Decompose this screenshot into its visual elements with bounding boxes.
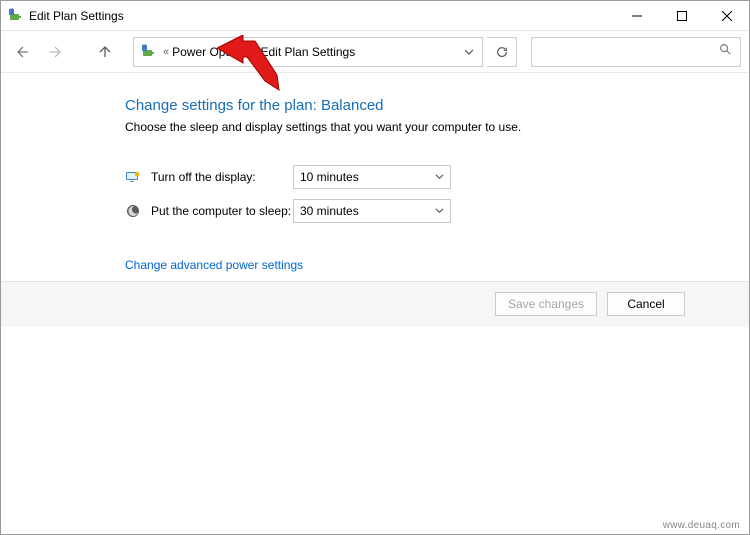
link-advanced-settings[interactable]: Change advanced power settings: [125, 258, 561, 272]
display-timeout-value: 10 minutes: [300, 170, 359, 184]
address-history-dropdown[interactable]: [458, 47, 480, 57]
window-title: Edit Plan Settings: [29, 9, 614, 23]
breadcrumb-overflow[interactable]: «: [163, 46, 169, 58]
watermark: www.deuaq.com: [663, 520, 740, 531]
search-icon: [718, 42, 732, 61]
sleep-timeout-value: 30 minutes: [300, 204, 359, 218]
setting-row-display: Turn off the display: 10 minutes: [125, 160, 561, 194]
search-bar[interactable]: [531, 37, 741, 67]
sleep-icon: [125, 203, 141, 219]
chevron-down-icon: [435, 170, 444, 184]
minimize-button[interactable]: [614, 1, 659, 30]
setting-row-sleep: Put the computer to sleep: 30 minutes: [125, 194, 561, 228]
setting-label-sleep: Put the computer to sleep:: [151, 204, 293, 218]
save-button[interactable]: Save changes: [495, 292, 597, 316]
address-bar[interactable]: « Power Options › Edit Plan Settings: [133, 37, 483, 67]
forward-button[interactable]: [41, 38, 69, 66]
close-button[interactable]: [704, 1, 749, 30]
search-input[interactable]: [540, 45, 718, 59]
chevron-down-icon: [435, 204, 444, 218]
power-options-icon: [7, 8, 23, 24]
setting-label-display: Turn off the display:: [151, 170, 293, 184]
breadcrumb-item-power-options[interactable]: Power Options: [172, 45, 251, 59]
up-button[interactable]: [91, 38, 119, 66]
bottom-bar: Save changes Cancel: [1, 281, 749, 327]
maximize-button[interactable]: [659, 1, 704, 30]
cancel-button[interactable]: Cancel: [607, 292, 685, 316]
refresh-button[interactable]: [487, 37, 517, 67]
window-controls: [614, 1, 749, 30]
chevron-right-icon[interactable]: ›: [254, 46, 258, 58]
navbar: « Power Options › Edit Plan Settings: [1, 31, 749, 73]
display-timeout-dropdown[interactable]: 10 minutes: [293, 165, 451, 189]
page-heading: Change settings for the plan: Balanced: [125, 97, 561, 114]
page-subtext: Choose the sleep and display settings th…: [125, 120, 561, 134]
breadcrumb-item-edit-plan[interactable]: Edit Plan Settings: [261, 45, 356, 59]
sleep-timeout-dropdown[interactable]: 30 minutes: [293, 199, 451, 223]
window: Edit Plan Settings: [0, 0, 750, 535]
display-icon: [125, 169, 141, 185]
titlebar: Edit Plan Settings: [1, 1, 749, 31]
back-button[interactable]: [9, 38, 37, 66]
content-area: Change settings for the plan: Balanced C…: [1, 73, 749, 281]
power-options-icon: [140, 44, 156, 60]
